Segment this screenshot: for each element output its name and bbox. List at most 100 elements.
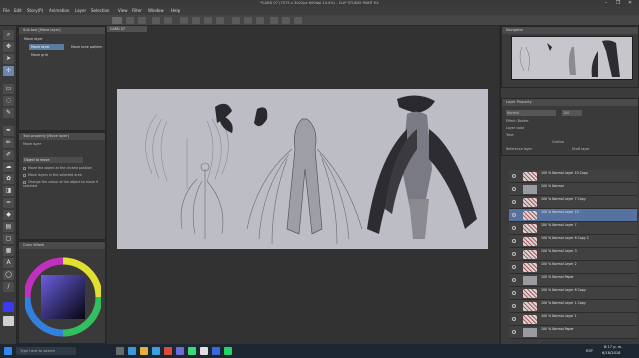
clock-date[interactable]: 6/18/2018 bbox=[602, 351, 620, 355]
layer-option-2[interactable]: Layer color bbox=[506, 126, 524, 130]
deselect-icon[interactable] bbox=[244, 17, 252, 24]
airbrush-tool-icon[interactable]: ☁ bbox=[3, 162, 14, 172]
cut-icon[interactable] bbox=[192, 17, 200, 24]
layer-row[interactable]: 100 % Normal Layer 7 bbox=[509, 222, 637, 235]
paste-icon[interactable] bbox=[216, 17, 224, 24]
task-view-icon[interactable] bbox=[116, 347, 124, 355]
blend-tool-icon[interactable]: ≈ bbox=[3, 198, 14, 208]
copy-icon[interactable] bbox=[204, 17, 212, 24]
menu-edit[interactable]: Edit bbox=[14, 8, 22, 13]
pencil-tool-icon[interactable]: ✏ bbox=[3, 138, 14, 148]
clear-icon[interactable] bbox=[180, 17, 188, 24]
clip-studio-icon[interactable] bbox=[200, 347, 208, 355]
visibility-eye-icon[interactable] bbox=[512, 174, 516, 178]
layer-row[interactable]: 100 % Normal bbox=[509, 183, 637, 196]
maximize-button[interactable]: ❐ bbox=[613, 0, 623, 7]
text-tool-icon[interactable]: A bbox=[3, 258, 14, 268]
redo-icon[interactable] bbox=[164, 17, 172, 24]
figure-tool-icon[interactable]: ▢ bbox=[3, 234, 14, 244]
file-explorer-icon[interactable] bbox=[140, 347, 148, 355]
layer-row[interactable]: 100 % Normal Paper bbox=[509, 326, 637, 339]
layer-row[interactable]: 100 % Normal Layer 6 Copy bbox=[509, 287, 637, 300]
sub-color-swatch[interactable] bbox=[3, 316, 14, 326]
gradient-tool-icon[interactable]: ▤ bbox=[3, 222, 14, 232]
operation-tool-icon[interactable]: ➤ bbox=[3, 54, 14, 64]
windows-start-icon[interactable] bbox=[4, 347, 12, 355]
move-tool-icon[interactable]: ✥ bbox=[3, 42, 14, 52]
visibility-eye-icon[interactable] bbox=[512, 200, 516, 204]
blend-mode-select[interactable]: Normal bbox=[506, 110, 556, 116]
app-blue-icon[interactable] bbox=[212, 347, 220, 355]
layer-option-3[interactable]: Tone bbox=[506, 133, 514, 137]
lasso-tool-icon[interactable]: ◌ bbox=[3, 96, 14, 106]
edge-icon[interactable] bbox=[128, 347, 136, 355]
save-icon[interactable] bbox=[138, 17, 146, 24]
subtool-move-grid[interactable]: Move grid bbox=[29, 52, 64, 58]
close-button[interactable]: ✕ bbox=[625, 0, 635, 7]
layer-row[interactable]: 100 % Normal Layer 1 bbox=[509, 313, 637, 326]
visibility-eye-icon[interactable] bbox=[512, 304, 516, 308]
option-change-color[interactable]: Change the colour of the object to move … bbox=[23, 180, 105, 188]
option-checkbox[interactable] bbox=[23, 166, 26, 170]
language-indicator[interactable]: ESP bbox=[586, 349, 593, 353]
menu-selection[interactable]: Selection bbox=[91, 8, 109, 13]
layer-option-1[interactable]: Effect: Border bbox=[506, 119, 529, 123]
menu-view[interactable]: View bbox=[118, 8, 128, 13]
menu-window[interactable]: Window bbox=[148, 8, 164, 13]
visibility-eye-icon[interactable] bbox=[512, 239, 516, 243]
main-color-swatch[interactable] bbox=[3, 302, 14, 312]
option-move-selected-area[interactable]: Move layers in the selected area bbox=[23, 173, 82, 177]
layer-row[interactable]: 100 % Normal Layer 2 bbox=[509, 261, 637, 274]
ruler-snap-icon[interactable] bbox=[282, 17, 290, 24]
menu-story[interactable]: Story(P) bbox=[27, 8, 43, 13]
document-tab[interactable]: CARD 07 bbox=[107, 26, 147, 32]
subtool-move-tone-pattern[interactable]: Move tone pattern bbox=[69, 44, 105, 50]
opacity-field[interactable]: 100 bbox=[562, 110, 582, 116]
layer-option-5[interactable]: Reference layer bbox=[506, 147, 532, 151]
layer-row[interactable]: 100 % Normal Paper bbox=[509, 274, 637, 287]
app-purple-icon[interactable] bbox=[176, 347, 184, 355]
open-file-icon[interactable] bbox=[126, 17, 134, 24]
zoom-tool-icon[interactable]: ⌕ bbox=[3, 30, 14, 40]
layer-row[interactable]: 100 % Normal Layer 3 bbox=[509, 248, 637, 261]
clock-time[interactable]: 8:17 p. m. bbox=[604, 345, 622, 349]
balloon-tool-icon[interactable]: ◯ bbox=[3, 270, 14, 280]
visibility-eye-icon[interactable] bbox=[512, 265, 516, 269]
color-wheel[interactable] bbox=[25, 252, 101, 344]
selection-tool-icon[interactable]: ▭ bbox=[3, 84, 14, 94]
snap-icon[interactable] bbox=[270, 17, 278, 24]
new-file-icon[interactable] bbox=[112, 17, 122, 24]
grid-snap-icon[interactable] bbox=[294, 17, 302, 24]
eraser-tool-icon[interactable]: ◨ bbox=[3, 186, 14, 196]
subtool-move-layer[interactable]: Move layer bbox=[29, 44, 64, 50]
layer-option-6[interactable]: Draft layer bbox=[572, 147, 590, 151]
layer-row[interactable]: 100 % Normal Layer 10 Copy bbox=[509, 170, 637, 183]
pen-tool-icon[interactable]: ✒ bbox=[3, 126, 14, 136]
menu-filter[interactable]: Filter bbox=[132, 8, 142, 13]
eyedropper-tool-icon[interactable]: ✎ bbox=[3, 108, 14, 118]
menu-file[interactable]: File bbox=[3, 8, 10, 13]
layer-row-selected[interactable]: 100 % Normal Layer 10 bbox=[509, 209, 637, 222]
store-icon[interactable] bbox=[152, 347, 160, 355]
app-green-icon[interactable] bbox=[188, 347, 196, 355]
subtool-group-move-layer[interactable]: Move layer bbox=[22, 36, 62, 42]
visibility-eye-icon[interactable] bbox=[512, 252, 516, 256]
whatsapp-icon[interactable] bbox=[224, 347, 232, 355]
menu-animation[interactable]: Animation bbox=[49, 8, 69, 13]
decoration-tool-icon[interactable]: ✿ bbox=[3, 174, 14, 184]
menu-help[interactable]: Help bbox=[171, 8, 180, 13]
menu-layer[interactable]: Layer bbox=[75, 8, 86, 13]
brush-tool-icon[interactable]: ✐ bbox=[3, 150, 14, 160]
ruler-tool-icon[interactable]: / bbox=[3, 282, 14, 292]
visibility-eye-icon[interactable] bbox=[512, 291, 516, 295]
visibility-eye-icon[interactable] bbox=[512, 187, 516, 191]
visibility-eye-icon[interactable] bbox=[512, 213, 516, 217]
option-checkbox[interactable] bbox=[23, 173, 26, 177]
frame-tool-icon[interactable]: ▦ bbox=[3, 246, 14, 256]
visibility-eye-icon[interactable] bbox=[512, 226, 516, 230]
move-layer-tool-icon[interactable]: ✢ bbox=[3, 66, 14, 76]
visibility-eye-icon[interactable] bbox=[512, 317, 516, 321]
invert-selection-icon[interactable] bbox=[256, 17, 264, 24]
undo-icon[interactable] bbox=[152, 17, 160, 24]
visibility-eye-icon[interactable] bbox=[512, 330, 516, 334]
